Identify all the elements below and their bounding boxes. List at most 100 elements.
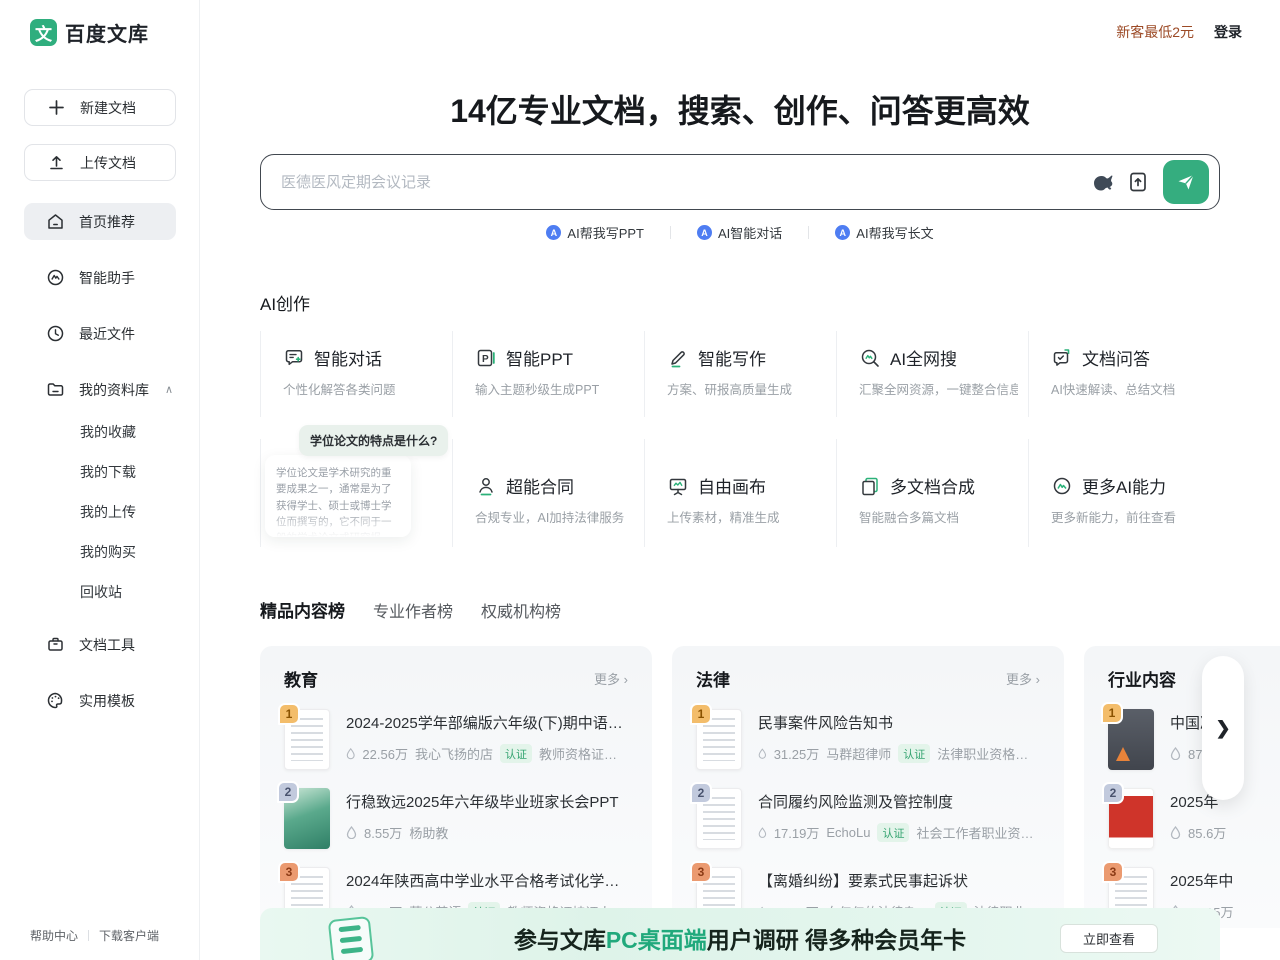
ai-demo-illustration: 学位论文的特点是什么? 学位论文是学术研究的重要成果之一，通常是为了获得学士、硕… (260, 439, 452, 547)
more-ai-icon (1051, 475, 1073, 497)
survey-banner[interactable]: 参与文库PC桌面端用户调研 得多种会员年卡 立即查看 (260, 908, 1220, 960)
ppt-icon: P (475, 347, 497, 369)
sub-item-label: 我的下载 (80, 462, 136, 482)
chevron-right-icon: ❯ (1215, 718, 1230, 739)
doc-title: 行稳致远2025年六年级毕业班家长会PPT (346, 791, 628, 812)
sidebar-item-label: 实用模板 (79, 691, 135, 711)
rank-badge: 2 (690, 782, 712, 804)
ai-card-free-canvas[interactable]: 自由画布 上传素材，精准生成 (644, 439, 836, 547)
list-item[interactable]: 2 合同履约风险监测及管控制度 17.19万 EchoLu 认证 社会工作者职业… (696, 788, 1040, 849)
ai-card-smart-ppt[interactable]: P 智能PPT 输入主题秒级生成PPT (452, 331, 644, 417)
views-drop-icon (1170, 747, 1181, 760)
chevron-up-icon[interactable]: ∧ (165, 383, 173, 396)
new-document-label: 新建文档 (80, 98, 136, 118)
carousel-next-button[interactable]: ❯ (1202, 656, 1244, 800)
sidebar-item-recycle-bin[interactable]: 回收站 (80, 572, 199, 612)
search-input[interactable] (281, 174, 1087, 191)
doc-thumbnail: 1 (284, 709, 330, 770)
new-document-button[interactable]: 新建文档 (24, 89, 176, 126)
help-center-link[interactable]: 帮助中心 (30, 927, 78, 944)
list-item[interactable]: 1 中国冷链 87.64万 (1108, 709, 1280, 770)
contract-icon (475, 475, 497, 497)
ai-card-multi-doc[interactable]: 多文档合成 智能融合多篇文档 (836, 439, 1028, 547)
new-user-promo-link[interactable]: 新客最低2元 (1116, 22, 1194, 42)
sub-item-label: 我的购买 (80, 542, 136, 562)
quick-link-ai-chat[interactable]: A AI智能对话 (671, 223, 808, 242)
sidebar-item-uploads[interactable]: 我的上传 (80, 492, 199, 532)
doc-title: 【离婚纠纷】要素式民事起诉状 (758, 870, 1040, 891)
doc-title: 2024年陕西高中学业水平合格考试化学试卷... (346, 870, 628, 891)
rank-badge: 1 (278, 703, 300, 725)
search-bar[interactable] (260, 154, 1220, 210)
rank-badge: 3 (690, 861, 712, 883)
ai-card-title: 多文档合成 (890, 473, 975, 498)
ai-card-title: 智能写作 (698, 345, 766, 370)
tab-featured-content[interactable]: 精品内容榜 (260, 597, 345, 622)
ai-card-desc: 更多新能力，前往查看 (1051, 507, 1210, 526)
quick-link-label: AI帮我写长文 (856, 223, 933, 242)
ai-card-doc-qa[interactable]: 文档问答 AI快速解读、总结文档 (1028, 331, 1220, 417)
tab-pro-authors[interactable]: 专业作者榜 (373, 598, 453, 622)
ranking-card-education: 教育 更多 › 1 2024-2025学年部编版六年级(下)期中语文试... 2… (260, 646, 652, 928)
quick-link-long-text[interactable]: A AI帮我写长文 (809, 223, 959, 242)
sidebar-item-templates[interactable]: 实用模板 (24, 682, 176, 719)
views-drop-icon (346, 747, 355, 760)
sidebar-item-doc-tools[interactable]: 文档工具 (24, 626, 176, 663)
sub-item-label: 我的收藏 (80, 422, 136, 442)
doc-thumbnail: 1 (1108, 709, 1154, 770)
brand-logo[interactable]: 文 百度文库 (0, 0, 199, 47)
tab-authority-orgs[interactable]: 权威机构榜 (481, 598, 561, 622)
home-icon (46, 212, 65, 231)
ai-card-desc: 上传素材，精准生成 (667, 507, 826, 526)
ai-card-smart-writing[interactable]: 智能写作 方案、研报高质量生成 (644, 331, 836, 417)
more-link[interactable]: 更多 › (1006, 669, 1040, 688)
sidebar-item-downloads[interactable]: 我的下载 (80, 452, 199, 492)
sidebar-item-assistant[interactable]: 智能助手 (24, 259, 176, 296)
whale-ai-icon[interactable] (1087, 165, 1121, 199)
topbar: 新客最低2元 登录 (200, 0, 1280, 42)
ai-card-smart-chat[interactable]: 智能对话 个性化解答各类问题 (260, 331, 452, 417)
ai-card-grid: 智能对话 个性化解答各类问题 P 智能PPT 输入主题秒级生成PPT 智能写作 … (260, 331, 1220, 547)
ai-card-desc: 方案、研报高质量生成 (667, 379, 826, 398)
ai-card-super-contract[interactable]: 超能合同 合规专业，AI加持法律服务 (452, 439, 644, 547)
list-item[interactable]: 2 行稳致远2025年六年级毕业班家长会PPT 8.55万 杨助教 (284, 788, 628, 849)
views-drop-icon (758, 826, 767, 839)
rank-badge: 3 (278, 861, 300, 883)
rank-badge: 1 (1101, 702, 1123, 724)
list-item[interactable]: 1 2024-2025学年部编版六年级(下)期中语文试... 22.56万 我心… (284, 709, 628, 770)
list-item[interactable]: 2 2025年 85.6万 (1108, 788, 1280, 849)
search-submit-button[interactable] (1163, 160, 1209, 204)
download-client-link[interactable]: 下载客户端 (99, 927, 159, 944)
author-name: 我心飞扬的店 (415, 744, 493, 763)
sidebar-item-home[interactable]: 首页推荐 (24, 203, 176, 240)
doc-thumbnail: 2 (1108, 788, 1154, 849)
sub-item-label: 回收站 (80, 582, 122, 602)
upload-document-button[interactable]: 上传文档 (24, 144, 176, 181)
sidebar-item-label: 我的资料库 (79, 380, 149, 400)
upload-file-icon[interactable] (1121, 165, 1155, 199)
verified-badge: 认证 (898, 744, 930, 763)
quick-links: A AI帮我写PPT A AI智能对话 A AI帮我写长文 (200, 223, 1280, 242)
banner-cta-button[interactable]: 立即查看 (1060, 924, 1158, 953)
doc-thumbnail: 2 (284, 788, 330, 849)
views-drop-icon (758, 747, 767, 760)
list-item[interactable]: 1 民事案件风险告知书 31.25万 马群超律师 认证 法律职业资格证持证人 (696, 709, 1040, 770)
ai-card-more-ai[interactable]: 更多AI能力 更多新能力，前往查看 (1028, 439, 1220, 547)
brand-name: 百度文库 (65, 18, 149, 47)
quick-link-label: AI智能对话 (718, 223, 782, 242)
ai-card-title: 自由画布 (698, 473, 766, 498)
sidebar-item-label: 最近文件 (79, 324, 135, 344)
sidebar-item-library[interactable]: 我的资料库 ∧ (24, 371, 176, 408)
sidebar-item-purchases[interactable]: 我的购买 (80, 532, 199, 572)
sidebar-item-recent[interactable]: 最近文件 (24, 315, 176, 352)
sidebar-item-label: 首页推荐 (79, 212, 135, 232)
views-count: 8.55万 (364, 823, 402, 842)
ai-card-ai-web-search[interactable]: AI全网搜 汇聚全网资源，一键整合信息 (836, 331, 1028, 417)
ranking-tabs: 精品内容榜 专业作者榜 权威机构榜 (260, 597, 1280, 622)
author-name: EchoLu (826, 825, 870, 840)
quick-link-write-ppt[interactable]: A AI帮我写PPT (520, 223, 670, 242)
more-link[interactable]: 更多 › (594, 669, 628, 688)
login-button[interactable]: 登录 (1214, 22, 1242, 42)
doc-title: 民事案件风险告知书 (758, 712, 1040, 733)
sidebar-item-favorites[interactable]: 我的收藏 (80, 412, 199, 452)
